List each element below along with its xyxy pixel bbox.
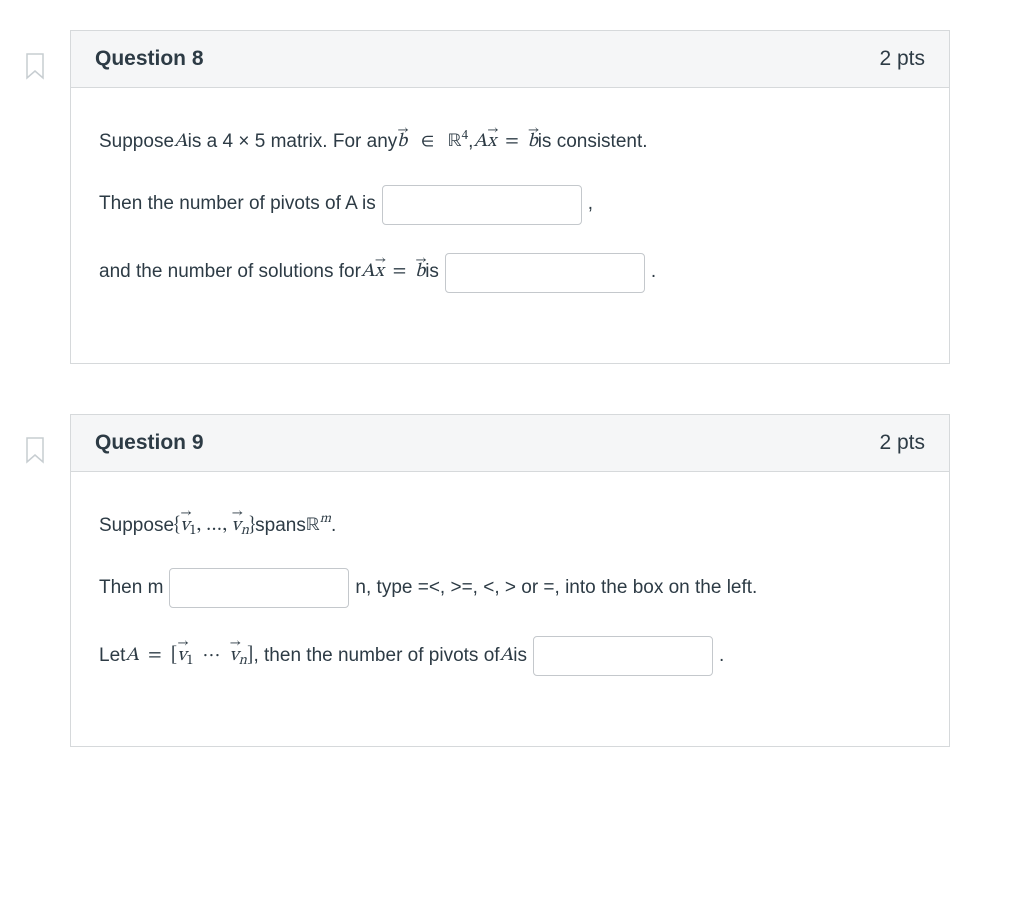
question-8-header: Question 8 2 pts — [71, 31, 949, 88]
q9-line-3: Let A = [v1 ⋯ vn] , then the number of p… — [99, 636, 921, 676]
flag-column — [0, 414, 70, 464]
flag-column — [0, 30, 70, 80]
question-9-points: 2 pts — [879, 431, 925, 455]
bookmark-icon[interactable] — [23, 436, 47, 464]
q9-line-2: Then m n, type =<, >=, <, > or =, into t… — [99, 568, 921, 608]
question-8-points: 2 pts — [879, 47, 925, 71]
question-8-body: Suppose A is a 4 × 5 matrix. For any b ∈… — [71, 88, 949, 363]
q9-line-1: Suppose {v1, …, vn} spans ℝm . — [99, 512, 921, 541]
question-8-row: Question 8 2 pts Suppose A is a 4 × 5 ma… — [0, 30, 1024, 364]
question-8-title: Question 8 — [95, 47, 204, 71]
question-9-title: Question 9 — [95, 431, 204, 455]
q8-solutions-input[interactable] — [445, 253, 645, 293]
question-8-card: Question 8 2 pts Suppose A is a 4 × 5 ma… — [70, 30, 950, 364]
q8-pivots-input[interactable] — [382, 185, 582, 225]
bookmark-icon[interactable] — [23, 52, 47, 80]
question-9-header: Question 9 2 pts — [71, 415, 949, 472]
q9-relation-input[interactable] — [169, 568, 349, 608]
q9-pivots-input[interactable] — [533, 636, 713, 676]
question-9-body: Suppose {v1, …, vn} spans ℝm . Then m n,… — [71, 472, 949, 747]
question-9-row: Question 9 2 pts Suppose {v1, …, vn} spa… — [0, 414, 1024, 748]
q8-line-2: Then the number of pivots of A is , — [99, 185, 921, 225]
q8-line-1: Suppose A is a 4 × 5 matrix. For any b ∈… — [99, 128, 921, 157]
q8-line-3: and the number of solutions for Ax = b i… — [99, 253, 921, 293]
question-9-card: Question 9 2 pts Suppose {v1, …, vn} spa… — [70, 414, 950, 748]
